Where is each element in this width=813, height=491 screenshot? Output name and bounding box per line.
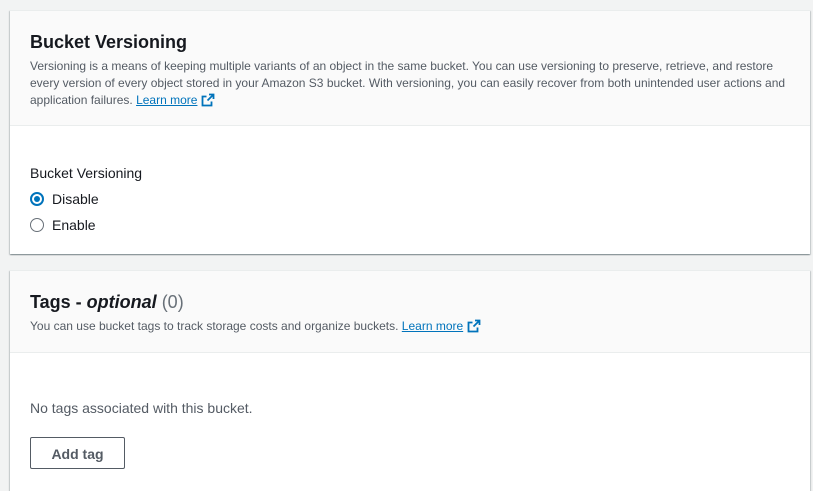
versioning-learn-more-label: Learn more [136,93,198,107]
radio-disable-label: Disable [52,191,99,207]
radio-disable-control[interactable] [30,192,44,206]
external-link-icon [201,93,215,107]
radio-disable[interactable]: Disable [30,190,99,208]
radio-enable-label: Enable [52,217,96,233]
external-link-icon [467,319,481,333]
tags-panel: Tags - optional (0) You can use bucket t… [10,270,810,491]
radio-enable[interactable]: Enable [30,216,96,234]
tags-header: Tags - optional (0) You can use bucket t… [10,271,810,353]
tags-learn-more-link[interactable]: Learn more [402,319,481,333]
versioning-learn-more-link[interactable]: Learn more [136,93,215,107]
tags-title-optional: optional [86,292,157,312]
tags-description: You can use bucket tags to track storage… [30,318,790,335]
bucket-versioning-title: Bucket Versioning [30,32,188,52]
tags-learn-more-label: Learn more [401,319,464,333]
bucket-versioning-description: Versioning is a means of keeping multipl… [30,58,790,109]
tags-count: (0) [161,292,184,312]
tags-title-prefix: Tags - [30,292,87,312]
tags-title: Tags - optional (0) [30,290,790,314]
bucket-versioning-header: Bucket Versioning Versioning is a means … [10,11,810,126]
radio-enable-control[interactable] [30,218,44,232]
tags-description-text: You can use bucket tags to track storage… [30,319,399,333]
bucket-versioning-panel: Bucket Versioning Versioning is a means … [10,10,810,254]
add-tag-button[interactable]: Add tag [30,437,125,469]
bucket-versioning-field-label: Bucket Versioning [30,165,143,181]
tags-empty-text: No tags associated with this bucket. [30,400,253,416]
